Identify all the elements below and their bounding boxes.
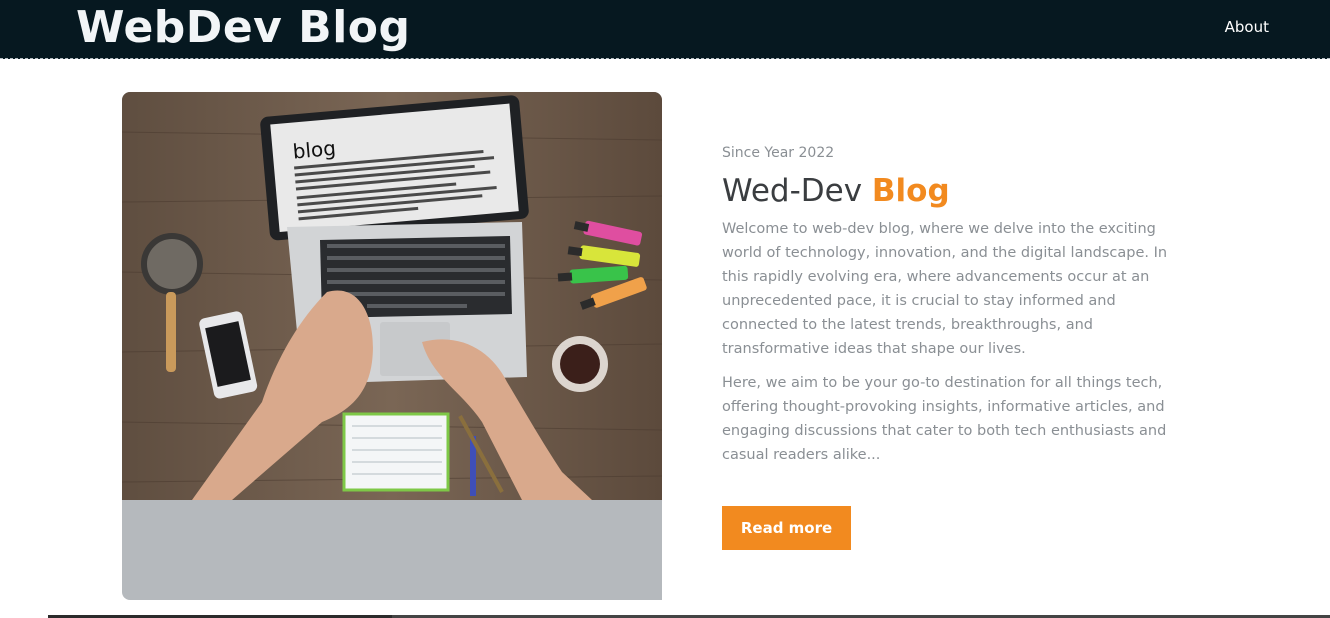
hero-heading: Wed-Dev Blog [722, 171, 1192, 211]
hero-heading-accent: Blog [871, 173, 950, 209]
read-more-button[interactable]: Read more [722, 506, 851, 550]
nav-link-about[interactable]: About [1225, 18, 1269, 36]
mission-paragraph: Here, we aim to be your go-to destinatio… [722, 375, 1167, 463]
eyebrow-text: Since Year 2022 [722, 145, 835, 161]
hero-heading-main: Wed-Dev [722, 173, 872, 209]
hero-content: Since Year 2022 Wed-Dev Blog Welcome to … [722, 140, 1192, 467]
hero-image-card: blog [122, 92, 662, 600]
hero-photo: blog [122, 92, 662, 500]
brand-logo[interactable]: WebDev Blog [76, 2, 411, 54]
laptop-screen-title: blog [292, 136, 337, 164]
navbar: WebDev Blog About [0, 0, 1330, 59]
intro-paragraph: Welcome to web-dev blog, where we delve … [722, 221, 1168, 357]
